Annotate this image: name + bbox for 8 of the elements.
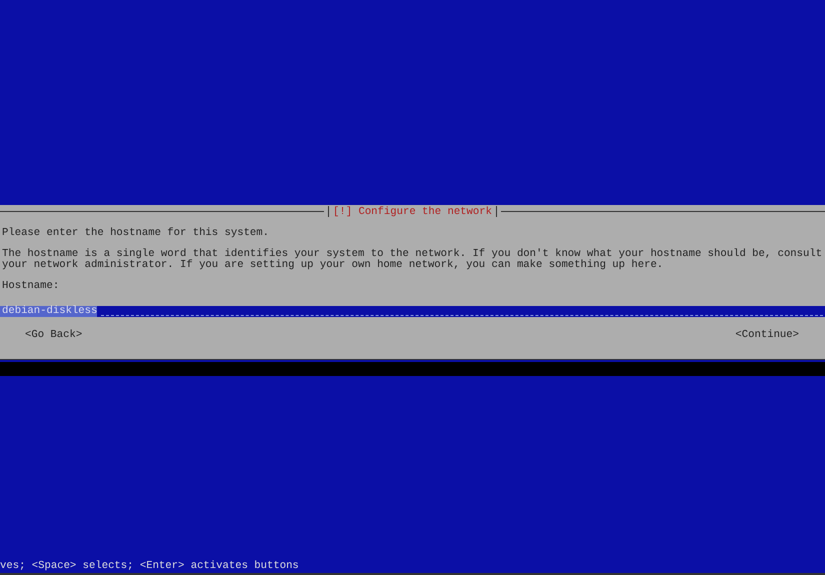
field-label: Hostname: [2,281,60,292]
status-text: ves; <Space> selects; <Enter> activates buttons [0,560,300,573]
dialog-button[interactable]: <Continue> [735,329,799,341]
hostname-field[interactable]: debian-diskless [0,306,825,317]
prompt-text: Please enter the hostname for this system. [2,228,270,239]
dialog-button[interactable]: <Go Back> [25,329,82,341]
description-text: The hostname is a single word that identifies your system to the network. If you don't know what your hostname should be, consult your network administrator. If you are setting up your own home network, you can make something up here. [2,249,824,271]
dialog-title: [!] Configure the network [333,206,492,218]
